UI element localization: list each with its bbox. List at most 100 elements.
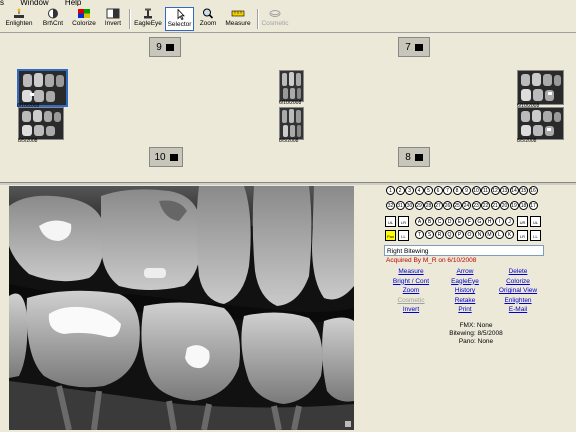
primary-tooth-button-G[interactable]: G xyxy=(475,217,484,226)
image-type-field[interactable]: Right Bitewing xyxy=(384,245,544,256)
tooth-button-3[interactable]: 3 xyxy=(405,186,414,195)
tooth-button-29[interactable]: 29 xyxy=(414,201,424,210)
primary-tooth-button-E[interactable]: E xyxy=(455,217,464,226)
cosmetic-button[interactable]: Cosmetic xyxy=(260,7,290,31)
quadrant-box-left-lr[interactable]: LR xyxy=(398,216,409,227)
primary-tooth-button-I[interactable]: I xyxy=(495,217,504,226)
selector-button[interactable]: Selector xyxy=(165,7,194,31)
retake-link[interactable]: Retake xyxy=(455,297,476,304)
primary-tooth-button-C[interactable]: C xyxy=(435,217,444,226)
tooth-button-8[interactable]: 8 xyxy=(452,186,462,195)
thumbnail-left-bottom[interactable] xyxy=(18,107,64,140)
quadrant-box-right-ll[interactable]: LL xyxy=(530,230,541,241)
primary-tooth-button-L[interactable]: L xyxy=(495,230,504,239)
tooth-button-18[interactable]: 18 xyxy=(519,201,528,210)
nav-button-9[interactable]: 9 xyxy=(149,37,181,57)
measure-link[interactable]: Measure xyxy=(398,268,423,275)
primary-tooth-button-N[interactable]: N xyxy=(475,230,484,239)
nav-button-7[interactable]: 7 xyxy=(398,37,430,57)
history-link[interactable]: History xyxy=(455,287,475,294)
tooth-button-15[interactable]: 15 xyxy=(519,186,528,195)
tooth-button-19[interactable]: 19 xyxy=(509,201,519,210)
thumbnail-mid-top[interactable] xyxy=(279,70,304,102)
invert-button[interactable]: Invert xyxy=(100,7,126,31)
original-view-link[interactable]: Original View xyxy=(499,287,537,294)
tooth-button-13[interactable]: 13 xyxy=(500,186,509,195)
tooth-button-23[interactable]: 23 xyxy=(471,201,481,210)
tooth-button-1[interactable]: 1 xyxy=(386,186,395,195)
delete-link[interactable]: Delete xyxy=(509,268,528,275)
tooth-button-7[interactable]: 7 xyxy=(443,186,452,195)
tooth-button-21[interactable]: 21 xyxy=(490,201,500,210)
quadrant-box-left-ll[interactable]: LL xyxy=(398,230,409,241)
cosmetic-link[interactable]: Cosmetic xyxy=(397,297,424,304)
primary-tooth-button-D[interactable]: D xyxy=(445,217,454,226)
primary-tooth-button-K[interactable]: K xyxy=(505,230,514,239)
primary-tooth-button-F[interactable]: F xyxy=(465,217,474,226)
nav-button-10[interactable]: 10 xyxy=(149,147,183,167)
tooth-button-22[interactable]: 22 xyxy=(481,201,490,210)
eagleeye-link[interactable]: EagleEye xyxy=(451,278,479,285)
arrow-link[interactable]: Arrow xyxy=(457,268,474,275)
enlighten-button[interactable]: Enlighten xyxy=(2,7,36,31)
tooth-button-32[interactable]: 32 xyxy=(386,201,395,210)
tooth-button-28[interactable]: 28 xyxy=(424,201,433,210)
tooth-button-4[interactable]: 4 xyxy=(414,186,424,195)
tooth-button-31[interactable]: 31 xyxy=(395,201,405,210)
tooth-button-2[interactable]: 2 xyxy=(395,186,405,195)
bitewing-info: Bitewing: 8/5/2008 xyxy=(449,330,503,337)
colorize-link[interactable]: Colorize xyxy=(506,278,530,285)
zoom-button[interactable]: Zoom xyxy=(196,7,220,31)
tooth-button-26[interactable]: 26 xyxy=(443,201,452,210)
tooth-button-16[interactable]: 16 xyxy=(528,186,538,195)
splitter[interactable] xyxy=(0,182,576,185)
primary-tooth-button-Q[interactable]: Q xyxy=(445,230,454,239)
primary-tooth-button-H[interactable]: H xyxy=(485,217,494,226)
resize-grip-icon[interactable] xyxy=(345,421,351,427)
tooth-button-11[interactable]: 11 xyxy=(481,186,490,195)
primary-tooth-button-M[interactable]: M xyxy=(485,230,494,239)
tooth-button-9[interactable]: 9 xyxy=(462,186,471,195)
quadrant-box-left-pan[interactable]: Pan xyxy=(385,230,396,241)
main-xray-image[interactable] xyxy=(9,186,354,430)
bright-cont-link[interactable]: Bright / Cont xyxy=(393,278,429,285)
tooth-button-27[interactable]: 27 xyxy=(433,201,443,210)
tooth-button-17[interactable]: 17 xyxy=(528,201,538,210)
primary-tooth-button-O[interactable]: O xyxy=(465,230,474,239)
tooth-button-14[interactable]: 14 xyxy=(509,186,519,195)
invert-link[interactable]: Invert xyxy=(403,306,419,313)
eagleeye-button[interactable]: EagleEye xyxy=(132,7,164,31)
primary-tooth-button-A[interactable]: A xyxy=(415,217,424,226)
enlighten-link[interactable]: Enlighten xyxy=(504,297,531,304)
thumbnail-mid-bottom[interactable] xyxy=(279,107,304,140)
e-mail-link[interactable]: E-Mail xyxy=(509,306,527,313)
primary-tooth-button-T[interactable]: T xyxy=(415,230,424,239)
thumbnail-right-bottom[interactable] xyxy=(517,107,564,140)
tooth-button-10[interactable]: 10 xyxy=(471,186,481,195)
thumbnail-right-top[interactable] xyxy=(517,70,564,105)
primary-tooth-button-R[interactable]: R xyxy=(435,230,444,239)
quadrant-box-left-ul[interactable]: UL xyxy=(385,216,396,227)
thumbnail-left-top[interactable] xyxy=(17,69,68,107)
tooth-button-24[interactable]: 24 xyxy=(462,201,471,210)
brightness-contrast-button[interactable]: Brt\Cnt xyxy=(38,7,68,31)
tooth-button-25[interactable]: 25 xyxy=(452,201,462,210)
xray-thumbnail-image xyxy=(19,108,63,139)
primary-tooth-button-B[interactable]: B xyxy=(425,217,434,226)
tooth-button-20[interactable]: 20 xyxy=(500,201,509,210)
tooth-button-5[interactable]: 5 xyxy=(424,186,433,195)
zoom-link[interactable]: Zoom xyxy=(403,287,420,294)
primary-tooth-button-S[interactable]: S xyxy=(425,230,434,239)
colorize-button[interactable]: Colorize xyxy=(70,7,98,31)
tooth-button-6[interactable]: 6 xyxy=(433,186,443,195)
primary-tooth-button-J[interactable]: J xyxy=(505,217,514,226)
quadrant-box-right-ur[interactable]: UR xyxy=(517,216,528,227)
quadrant-box-right-ul[interactable]: UL xyxy=(530,216,541,227)
tooth-button-30[interactable]: 30 xyxy=(405,201,414,210)
primary-tooth-button-P[interactable]: P xyxy=(455,230,464,239)
quadrant-box-right-lr[interactable]: LR xyxy=(517,230,528,241)
print-link[interactable]: Print xyxy=(458,306,471,313)
tooth-button-12[interactable]: 12 xyxy=(490,186,500,195)
measure-button[interactable]: Measure xyxy=(222,7,254,31)
nav-button-8[interactable]: 8 xyxy=(398,147,430,167)
